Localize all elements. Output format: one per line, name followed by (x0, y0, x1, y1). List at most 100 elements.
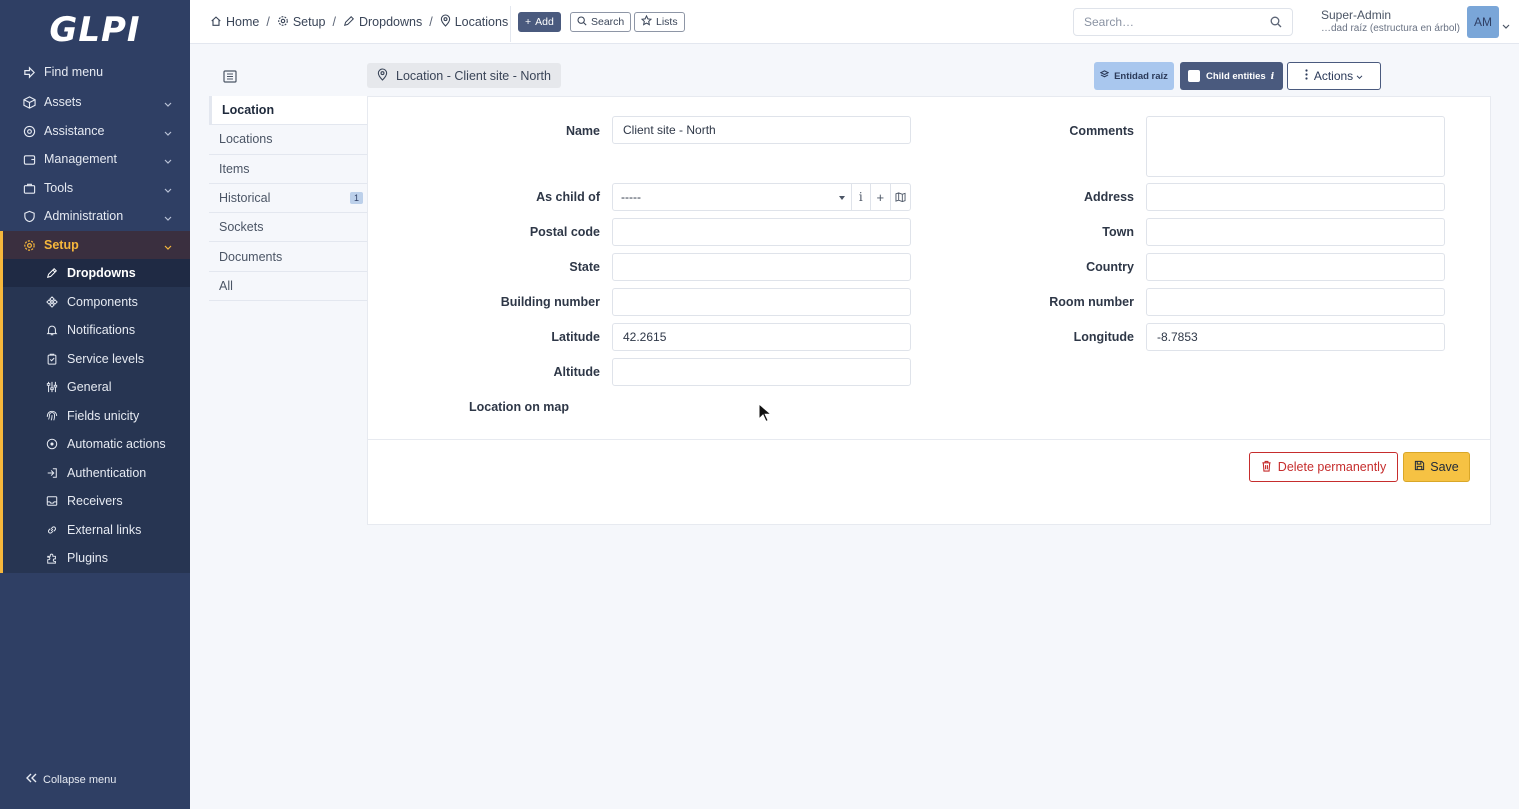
chevron-down-icon (1356, 69, 1363, 83)
child-entities-toggle[interactable]: Child entities i (1180, 62, 1283, 90)
map-pin-icon (377, 67, 388, 84)
address-label: Address (1083, 190, 1134, 204)
lists-button-label: Lists (656, 16, 678, 28)
tab-items[interactable]: Items (209, 154, 367, 184)
building-number-label: Building number (500, 295, 600, 309)
as-child-of-select[interactable]: ----- i + (612, 183, 911, 211)
altitude-field[interactable] (612, 358, 911, 386)
gear-icon (22, 238, 36, 252)
breadcrumb-locations[interactable]: Locations (440, 14, 508, 30)
breadcrumb-home[interactable]: Home (210, 15, 259, 30)
tab-location[interactable]: Location (209, 96, 367, 126)
user-info[interactable]: Super-Admin …dad raíz (estructura en árb… (1321, 8, 1460, 34)
glpi-logo[interactable]: GLPI (0, 0, 190, 60)
sidebar-subitem-components[interactable]: Components (3, 288, 190, 316)
sidebar-item-tools[interactable]: Tools (0, 174, 190, 202)
actions-button[interactable]: Actions (1287, 62, 1381, 90)
sidebar-subitem-authentication[interactable]: Authentication (3, 459, 190, 487)
sidebar-item-find-menu[interactable]: Find menu (0, 58, 190, 86)
sidebar-item-administration[interactable]: Administration (0, 202, 190, 230)
country-field[interactable] (1146, 253, 1445, 281)
header-divider (510, 6, 511, 42)
sidebar-subitem-plugins[interactable]: Plugins (3, 544, 190, 572)
save-button[interactable]: Save (1403, 452, 1470, 482)
breadcrumb-dropdowns[interactable]: Dropdowns (343, 15, 422, 30)
star-icon (640, 14, 653, 29)
sidebar-subitem-dropdowns[interactable]: Dropdowns (3, 259, 190, 287)
wallet-icon (22, 152, 36, 166)
country-label: Country (1086, 260, 1134, 274)
sidebar-subitem-label: External links (67, 522, 142, 537)
sidebar-subitem-fields-unicity[interactable]: Fields unicity (3, 402, 190, 430)
building-number-field[interactable] (612, 288, 911, 316)
comments-textarea[interactable] (1146, 116, 1445, 177)
login-icon (45, 466, 59, 480)
name-field[interactable]: Client site - North (612, 116, 911, 144)
state-field[interactable] (612, 253, 911, 281)
sidebar-subitem-notifications[interactable]: Notifications (3, 316, 190, 344)
sidebar-item-assistance[interactable]: Assistance (0, 117, 190, 145)
child-entities-checkbox[interactable] (1188, 70, 1200, 82)
sidebar-item-setup[interactable]: Setup (0, 231, 190, 259)
sidebar-subitem-receivers[interactable]: Receivers (3, 487, 190, 515)
sidebar: GLPI Find menu Assets Assistance Managem… (0, 0, 190, 809)
breadcrumb-separator: / (332, 15, 336, 29)
map-icon[interactable] (891, 184, 910, 210)
tab-sockets[interactable]: Sockets (209, 213, 367, 243)
robot-icon (45, 437, 59, 451)
tab-locations[interactable]: Locations (209, 125, 367, 155)
tab-all[interactable]: All (209, 271, 367, 302)
bell-icon (45, 323, 59, 337)
search-icon[interactable] (1270, 16, 1282, 31)
location-on-map-label: Location on map (469, 400, 569, 414)
tab-documents[interactable]: Documents (209, 242, 367, 272)
map-pin-icon (440, 14, 451, 30)
postal-code-field[interactable] (612, 218, 911, 246)
breadcrumb-dropdowns-label: Dropdowns (358, 15, 423, 29)
home-icon (210, 15, 222, 30)
info-icon[interactable]: i (852, 184, 872, 210)
entity-label: Entidad raíz (1114, 70, 1168, 82)
delete-permanently-button[interactable]: Delete permanently (1249, 452, 1398, 482)
sidebar-subitem-general[interactable]: General (3, 373, 190, 401)
lists-button[interactable]: Lists (634, 12, 685, 32)
latitude-field[interactable]: 42.2615 (612, 323, 911, 351)
breadcrumb-separator: / (429, 15, 433, 29)
as-child-of-dropdown[interactable]: ----- (613, 184, 852, 210)
toggle-tabs-icon[interactable] (223, 70, 237, 86)
chevron-down-icon[interactable] (1502, 18, 1510, 33)
global-search-input[interactable]: Search… (1073, 8, 1293, 36)
actions-label: Actions (1313, 69, 1354, 83)
town-label: Town (1102, 225, 1134, 239)
breadcrumb-setup[interactable]: Setup (277, 15, 326, 30)
item-tabs: Location Locations Items Historical 1 Soc… (209, 96, 367, 302)
collapse-menu-button[interactable]: Collapse menu (26, 773, 116, 786)
sidebar-item-assets[interactable]: Assets (0, 88, 190, 116)
address-field[interactable] (1146, 183, 1445, 211)
entity-button[interactable]: Entidad raíz (1094, 62, 1174, 90)
add-button-label: Add (535, 16, 554, 28)
plus-icon[interactable]: + (871, 184, 891, 210)
name-label: Name (565, 124, 600, 138)
longitude-field[interactable]: -8.7853 (1146, 323, 1445, 351)
avatar[interactable]: AM (1467, 6, 1499, 38)
tab-label: Documents (219, 249, 283, 264)
sidebar-subitem-label: Automatic actions (67, 437, 166, 451)
tab-historical[interactable]: Historical 1 (209, 183, 367, 214)
mouse-cursor-icon (758, 402, 773, 426)
sidebar-item-management[interactable]: Management (0, 145, 190, 173)
town-field[interactable] (1146, 218, 1445, 246)
comments-label: Comments (1069, 124, 1134, 138)
sidebar-subitem-external-links[interactable]: External links (3, 516, 190, 544)
name-value: Client site - North (623, 123, 716, 137)
search-placeholder: Search… (1084, 15, 1135, 29)
breadcrumb-separator: / (266, 15, 270, 29)
latitude-value: 42.2615 (623, 330, 667, 344)
add-button[interactable]: + Add (518, 12, 561, 32)
save-label: Save (1430, 460, 1459, 474)
sidebar-subitem-automatic-actions[interactable]: Automatic actions (3, 430, 190, 458)
room-number-field[interactable] (1146, 288, 1445, 316)
sidebar-subitem-service-levels[interactable]: Service levels (3, 345, 190, 373)
chevron-down-icon (164, 183, 172, 197)
search-button[interactable]: Search (570, 12, 632, 32)
